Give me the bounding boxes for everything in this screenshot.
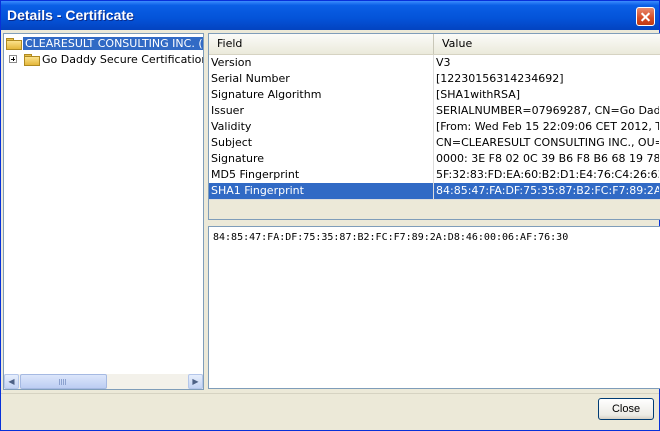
close-window-icon[interactable] xyxy=(636,7,655,26)
field-cell: Signature xyxy=(209,151,434,167)
field-cell: MD5 Fingerprint xyxy=(209,167,434,183)
certificate-tree[interactable]: CLEARESULT CONSULTING INC. (Go D Go Dadd… xyxy=(3,33,204,390)
fields-table[interactable]: Field Value Version V3 Serial Number [12230… xyxy=(208,33,660,220)
scroll-thumb[interactable] xyxy=(20,374,107,389)
field-cell: Signature Algorithm xyxy=(209,87,434,103)
field-cell: Subject xyxy=(209,135,434,151)
table-row[interactable]: Issuer SERIALNUMBER=07969287, CN=Go Daddy… xyxy=(209,103,660,120)
table-row[interactable]: Signature 0000: 3E F8 02 0C 39 B6 F8 B6 6… xyxy=(209,151,660,168)
field-cell: Issuer xyxy=(209,103,434,119)
value-cell: 5F:32:83:FD:EA:60:B2:D1:E4:76:C4:26:63..… xyxy=(436,168,659,181)
field-cell: Validity xyxy=(209,119,434,135)
field-cell: Version xyxy=(209,55,434,71)
window-title: Details - Certificate xyxy=(7,7,134,23)
value-cell: SERIALNUMBER=07969287, CN=Go Daddy... xyxy=(436,104,659,117)
folder-open-icon xyxy=(6,38,22,50)
table-row[interactable]: Version V3 xyxy=(209,55,660,72)
value-cell: V3 xyxy=(436,56,451,69)
column-header-value[interactable]: Value xyxy=(434,34,660,54)
certificate-details-window: Details - Certificate CLEARESULT CONSULT… xyxy=(0,0,660,431)
table-row[interactable]: SHA1 Fingerprint 84:85:47:FA:DF:75:35:87:… xyxy=(209,183,660,200)
table-header: Field Value xyxy=(209,34,660,55)
title-bar[interactable]: Details - Certificate xyxy=(1,1,659,30)
field-detail-text: 84:85:47:FA:DF:75:35:87:B2:FC:F7:89:2A:D… xyxy=(213,232,569,243)
tree-item-label: Go Daddy Secure Certification Au xyxy=(42,53,203,66)
scroll-left-icon[interactable]: ◀ xyxy=(4,374,19,389)
value-cell: [From: Wed Feb 15 22:09:06 CET 2012, To.… xyxy=(436,120,659,133)
value-cell: [12230156314234692] xyxy=(436,72,564,85)
table-row[interactable]: Validity [From: Wed Feb 15 22:09:06 CET 2… xyxy=(209,119,660,136)
table-row[interactable]: MD5 Fingerprint 5F:32:83:FD:EA:60:B2:D1:E… xyxy=(209,167,660,184)
expand-plus-icon[interactable] xyxy=(9,55,17,63)
table-row[interactable]: Serial Number [12230156314234692] xyxy=(209,71,660,88)
scroll-right-icon[interactable]: ▶ xyxy=(188,374,203,389)
field-detail-textarea[interactable]: 84:85:47:FA:DF:75:35:87:B2:FC:F7:89:2A:D… xyxy=(208,226,660,389)
divider xyxy=(1,393,659,394)
column-header-field[interactable]: Field xyxy=(209,34,434,54)
field-cell: SHA1 Fingerprint xyxy=(209,183,434,199)
tree-item-label: CLEARESULT CONSULTING INC. (Go D xyxy=(23,37,203,50)
folder-icon xyxy=(24,54,40,66)
table-row[interactable]: Subject CN=CLEARESULT CONSULTING INC., OU… xyxy=(209,135,660,152)
value-cell: CN=CLEARESULT CONSULTING INC., OU=... xyxy=(436,136,659,149)
table-row[interactable]: Signature Algorithm [SHA1withRSA] xyxy=(209,87,660,104)
tree-item-godaddy[interactable]: Go Daddy Secure Certification Au xyxy=(4,52,203,67)
close-button[interactable]: Close xyxy=(598,398,654,420)
field-cell: Serial Number xyxy=(209,71,434,87)
value-cell: 84:85:47:FA:DF:75:35:87:B2:FC:F7:89:2A..… xyxy=(436,184,659,197)
tree-horizontal-scrollbar[interactable]: ◀ ▶ xyxy=(4,374,203,389)
value-cell: [SHA1withRSA] xyxy=(436,88,521,101)
tree-item-clearesult[interactable]: CLEARESULT CONSULTING INC. (Go D xyxy=(4,36,203,51)
value-cell: 0000: 3E F8 02 0C 39 B6 F8 B6 68 19 78 F… xyxy=(436,152,659,165)
